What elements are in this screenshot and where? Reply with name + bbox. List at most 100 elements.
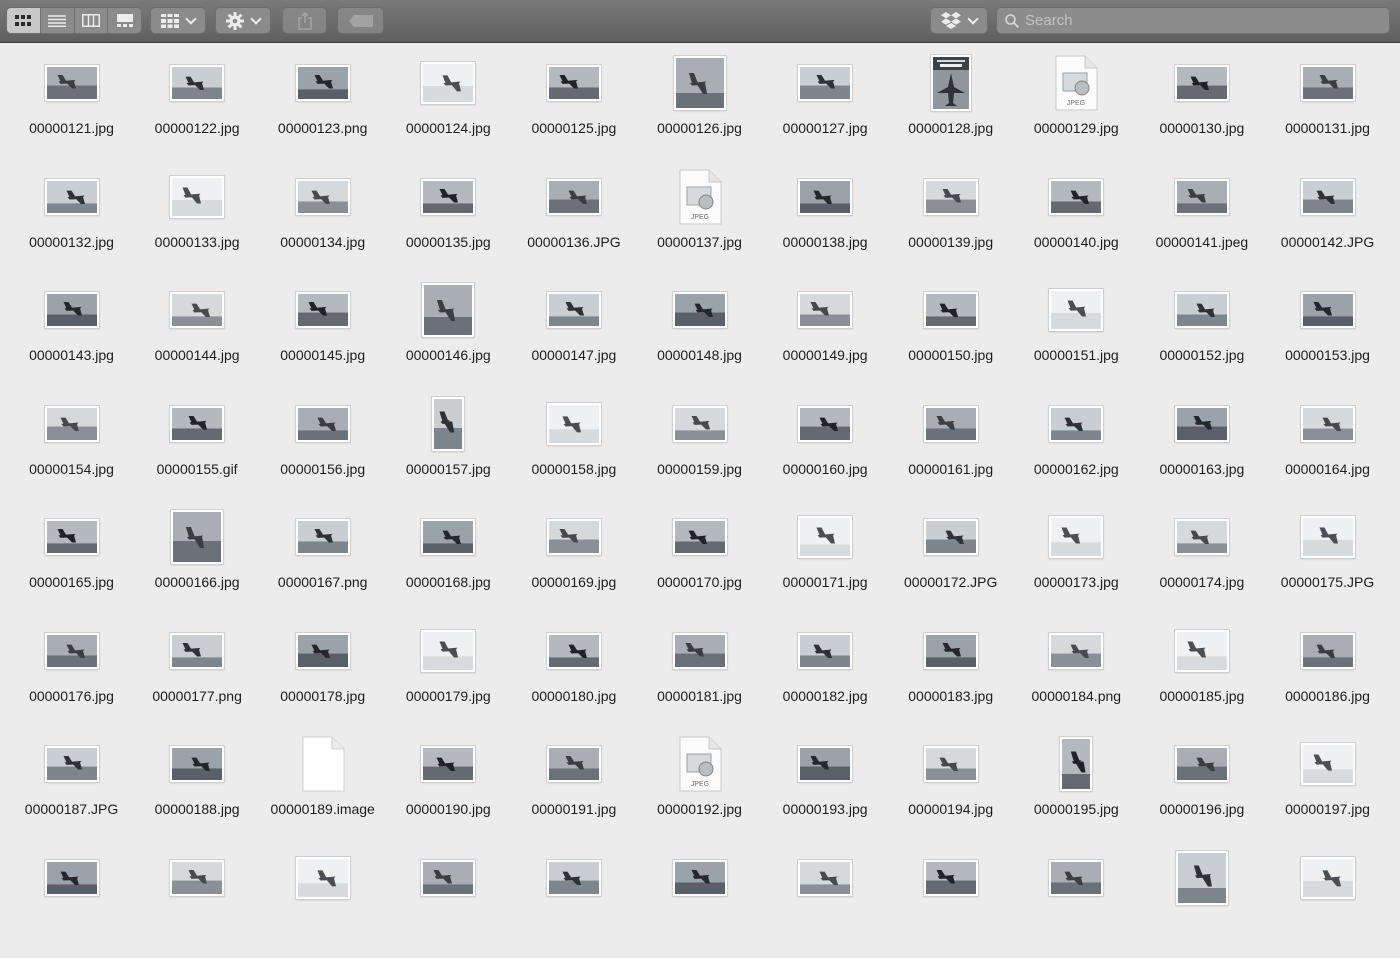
- file-item[interactable]: 00000189.image: [260, 731, 385, 844]
- file-item[interactable]: 00000125.jpg: [511, 50, 636, 163]
- share-button[interactable]: [282, 7, 327, 34]
- file-item[interactable]: 00000159.jpg: [637, 391, 762, 504]
- file-item[interactable]: 00000122.jpg: [135, 50, 260, 163]
- dropbox-button[interactable]: [930, 7, 988, 34]
- file-item[interactable]: 00000170.jpg: [637, 504, 762, 617]
- file-item[interactable]: 00000147.jpg: [511, 277, 636, 390]
- file-item[interactable]: 00000158.jpg: [511, 391, 636, 504]
- file-item[interactable]: [1014, 845, 1139, 958]
- file-item[interactable]: 00000145.jpg: [260, 277, 385, 390]
- file-item[interactable]: 00000148.jpg: [637, 277, 762, 390]
- file-item[interactable]: 00000186.jpg: [1265, 618, 1390, 731]
- file-item[interactable]: 00000181.jpg: [637, 618, 762, 731]
- file-item[interactable]: 00000169.jpg: [511, 504, 636, 617]
- file-item[interactable]: 00000146.jpg: [386, 277, 511, 390]
- file-item[interactable]: [637, 845, 762, 958]
- file-item[interactable]: 00000191.jpg: [511, 731, 636, 844]
- file-item[interactable]: 00000163.jpg: [1139, 391, 1264, 504]
- file-item[interactable]: 00000128.jpg: [888, 50, 1013, 163]
- file-item[interactable]: 00000166.jpg: [135, 504, 260, 617]
- file-item[interactable]: 00000124.jpg: [386, 50, 511, 163]
- file-item[interactable]: 00000188.jpg: [135, 731, 260, 844]
- file-item[interactable]: [260, 845, 385, 958]
- group-by-button[interactable]: [150, 7, 206, 34]
- file-item[interactable]: 00000197.jpg: [1265, 731, 1390, 844]
- file-item[interactable]: 00000173.jpg: [1014, 504, 1139, 617]
- file-item[interactable]: 00000143.jpg: [9, 277, 134, 390]
- file-item[interactable]: 00000156.jpg: [260, 391, 385, 504]
- file-item[interactable]: 00000160.jpg: [763, 391, 888, 504]
- file-item[interactable]: 00000194.jpg: [888, 731, 1013, 844]
- file-item[interactable]: 00000131.jpg: [1265, 50, 1390, 163]
- search-field[interactable]: Search: [996, 7, 1390, 34]
- file-item[interactable]: 00000178.jpg: [260, 618, 385, 731]
- file-item[interactable]: 00000175.JPG: [1265, 504, 1390, 617]
- file-item[interactable]: 00000168.jpg: [386, 504, 511, 617]
- file-item[interactable]: 00000152.jpg: [1139, 277, 1264, 390]
- file-item[interactable]: 00000149.jpg: [763, 277, 888, 390]
- file-item[interactable]: 00000182.jpg: [763, 618, 888, 731]
- tags-button[interactable]: [337, 7, 384, 34]
- file-item[interactable]: 00000177.png: [135, 618, 260, 731]
- file-item[interactable]: 00000155.gif: [135, 391, 260, 504]
- file-item[interactable]: 00000134.jpg: [260, 164, 385, 277]
- file-item[interactable]: [888, 845, 1013, 958]
- file-item[interactable]: [763, 845, 888, 958]
- file-item[interactable]: 00000161.jpg: [888, 391, 1013, 504]
- file-item[interactable]: 00000127.jpg: [763, 50, 888, 163]
- column-view-button[interactable]: [75, 8, 109, 33]
- file-item[interactable]: 00000157.jpg: [386, 391, 511, 504]
- file-thumbnail-area: [135, 506, 260, 568]
- file-item[interactable]: 00000167.png: [260, 504, 385, 617]
- file-item[interactable]: 00000150.jpg: [888, 277, 1013, 390]
- file-item[interactable]: [1139, 845, 1264, 958]
- file-item[interactable]: 00000195.jpg: [1014, 731, 1139, 844]
- file-item[interactable]: 00000184.png: [1014, 618, 1139, 731]
- file-item[interactable]: [1265, 845, 1390, 958]
- file-item[interactable]: 00000130.jpg: [1139, 50, 1264, 163]
- file-item[interactable]: 00000179.jpg: [386, 618, 511, 731]
- file-item[interactable]: JPEG 00000129.jpg: [1014, 50, 1139, 163]
- file-item[interactable]: 00000123.png: [260, 50, 385, 163]
- file-item[interactable]: [135, 845, 260, 958]
- file-item[interactable]: 00000141.jpeg: [1139, 164, 1264, 277]
- file-item[interactable]: [386, 845, 511, 958]
- file-item[interactable]: 00000171.jpg: [763, 504, 888, 617]
- file-item[interactable]: 00000193.jpg: [763, 731, 888, 844]
- file-item[interactable]: [511, 845, 636, 958]
- file-item[interactable]: 00000139.jpg: [888, 164, 1013, 277]
- file-item[interactable]: 00000140.jpg: [1014, 164, 1139, 277]
- file-item[interactable]: 00000126.jpg: [637, 50, 762, 163]
- file-item[interactable]: 00000185.jpg: [1139, 618, 1264, 731]
- file-item[interactable]: 00000132.jpg: [9, 164, 134, 277]
- file-item[interactable]: 00000183.jpg: [888, 618, 1013, 731]
- file-item[interactable]: 00000174.jpg: [1139, 504, 1264, 617]
- file-item[interactable]: 00000142.JPG: [1265, 164, 1390, 277]
- file-item[interactable]: 00000153.jpg: [1265, 277, 1390, 390]
- file-item[interactable]: 00000154.jpg: [9, 391, 134, 504]
- list-view-button[interactable]: [41, 8, 75, 33]
- file-item[interactable]: 00000138.jpg: [763, 164, 888, 277]
- file-item[interactable]: 00000172.JPG: [888, 504, 1013, 617]
- file-item[interactable]: JPEG 00000192.jpg: [637, 731, 762, 844]
- file-item[interactable]: 00000133.jpg: [135, 164, 260, 277]
- file-item[interactable]: JPEG 00000137.jpg: [637, 164, 762, 277]
- icon-view-button[interactable]: [7, 8, 41, 33]
- file-item[interactable]: 00000180.jpg: [511, 618, 636, 731]
- file-item[interactable]: 00000164.jpg: [1265, 391, 1390, 504]
- file-item[interactable]: 00000165.jpg: [9, 504, 134, 617]
- file-item[interactable]: 00000121.jpg: [9, 50, 134, 163]
- file-item[interactable]: 00000162.jpg: [1014, 391, 1139, 504]
- file-item[interactable]: 00000190.jpg: [386, 731, 511, 844]
- file-item[interactable]: 00000176.jpg: [9, 618, 134, 731]
- file-item[interactable]: 00000136.JPG: [511, 164, 636, 277]
- action-menu-button[interactable]: [215, 7, 271, 34]
- gallery-view-button[interactable]: [108, 8, 141, 33]
- file-item[interactable]: 00000187.JPG: [9, 731, 134, 844]
- file-item[interactable]: [9, 845, 134, 958]
- file-item[interactable]: 00000196.jpg: [1139, 731, 1264, 844]
- file-item[interactable]: 00000135.jpg: [386, 164, 511, 277]
- file-item[interactable]: 00000151.jpg: [1014, 277, 1139, 390]
- file-thumbnail-area: [763, 166, 888, 228]
- file-item[interactable]: 00000144.jpg: [135, 277, 260, 390]
